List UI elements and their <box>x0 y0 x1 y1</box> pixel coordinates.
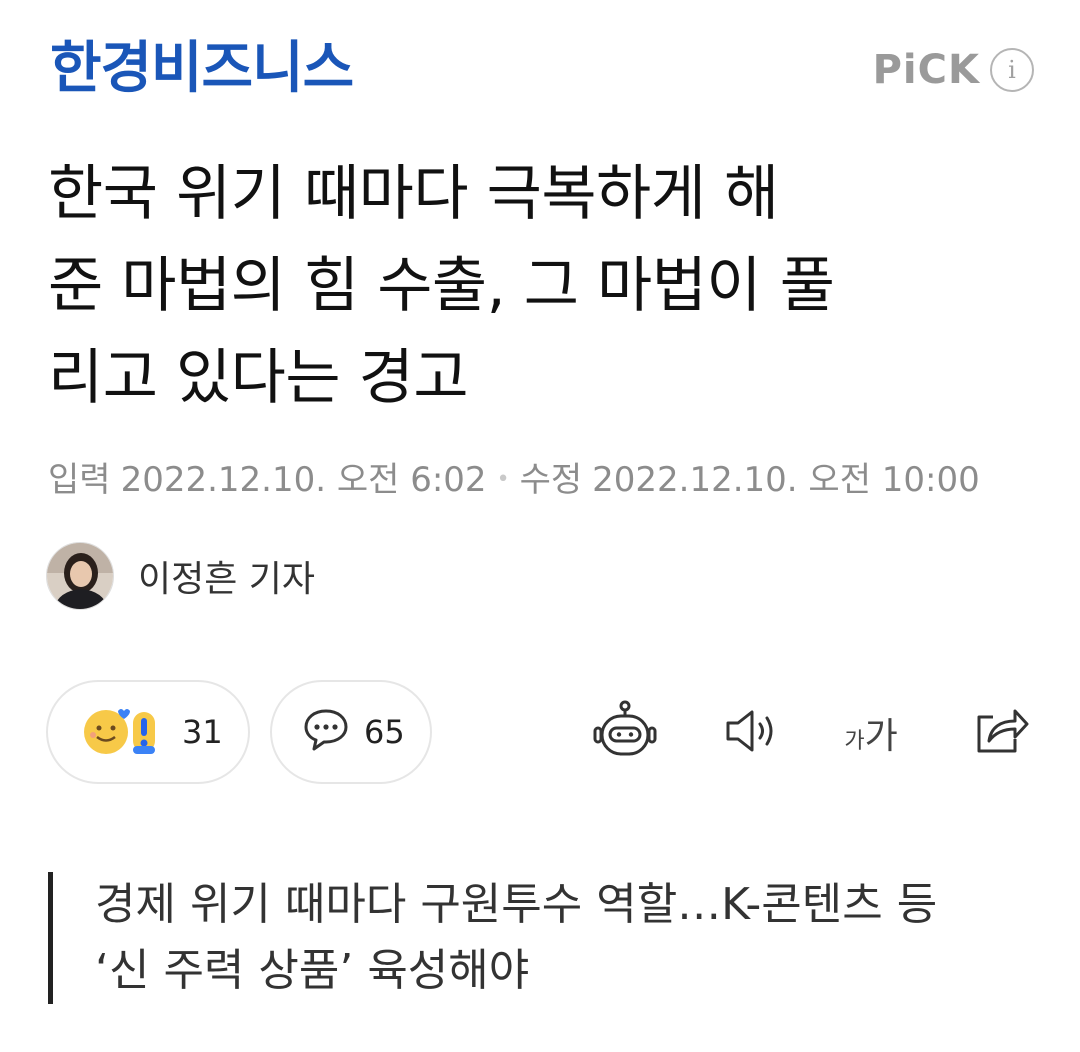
info-icon[interactable]: i <box>990 48 1034 92</box>
headline-line: 준 마법의 힘 수출, 그 마법이 풀 <box>48 251 835 321</box>
pick-label: PiCK <box>872 47 980 93</box>
font-size-icon: 가가 <box>844 716 898 757</box>
article-action-bar: 31 65 가가 <box>46 680 1036 784</box>
share-button[interactable] <box>966 698 1036 768</box>
speaker-icon <box>722 706 784 760</box>
publisher-logo[interactable]: 한경비즈니스 <box>50 34 354 104</box>
reaction-count: 31 <box>182 713 223 751</box>
separator-dot: • <box>496 467 510 492</box>
reaction-button[interactable]: 31 <box>46 680 250 784</box>
comment-button[interactable]: 65 <box>270 680 432 784</box>
subheadline-line: ‘신 주력 상품’ 육성해야 <box>95 945 530 996</box>
share-icon <box>971 703 1031 763</box>
article-subheadline: 경제 위기 때마다 구원투수 역할…K-콘텐츠 등 ‘신 주력 상품’ 육성해야 <box>48 872 1038 1004</box>
summary-bot-button[interactable] <box>590 698 660 768</box>
modified-label: 수정 <box>519 460 583 500</box>
summary-bot-icon <box>592 698 658 768</box>
reporter-name[interactable]: 이정흔 기자 <box>138 550 315 602</box>
comment-icon <box>302 707 350 757</box>
comment-count: 65 <box>364 713 405 751</box>
modified-time: 2022.12.10. 오전 10:00 <box>592 460 980 500</box>
published-label: 입력 <box>48 460 111 500</box>
headline-line: 리고 있다는 경고 <box>48 343 469 413</box>
reporter-byline[interactable]: 이정흔 기자 <box>46 542 315 610</box>
reaction-emoji-icon <box>78 702 168 762</box>
article-headline: 한국 위기 때마다 극복하게 해 준 마법의 힘 수출, 그 마법이 풀 리고 … <box>48 148 1038 424</box>
reporter-avatar[interactable] <box>46 542 114 610</box>
headline-line: 한국 위기 때마다 극복하게 해 <box>48 159 779 229</box>
text-to-speech-button[interactable] <box>718 698 788 768</box>
subheadline-line: 경제 위기 때마다 구원투수 역할…K-콘텐츠 등 <box>95 879 938 930</box>
font-size-button[interactable]: 가가 <box>836 698 906 768</box>
pick-badge[interactable]: PiCK i <box>873 46 1034 94</box>
article-timestamps: 입력 2022.12.10. 오전 6:02 • 수정 2022.12.10. … <box>48 456 980 504</box>
published-time: 2022.12.10. 오전 6:02 <box>120 460 487 500</box>
app-header: 한경비즈니스 PiCK i <box>0 0 1080 140</box>
